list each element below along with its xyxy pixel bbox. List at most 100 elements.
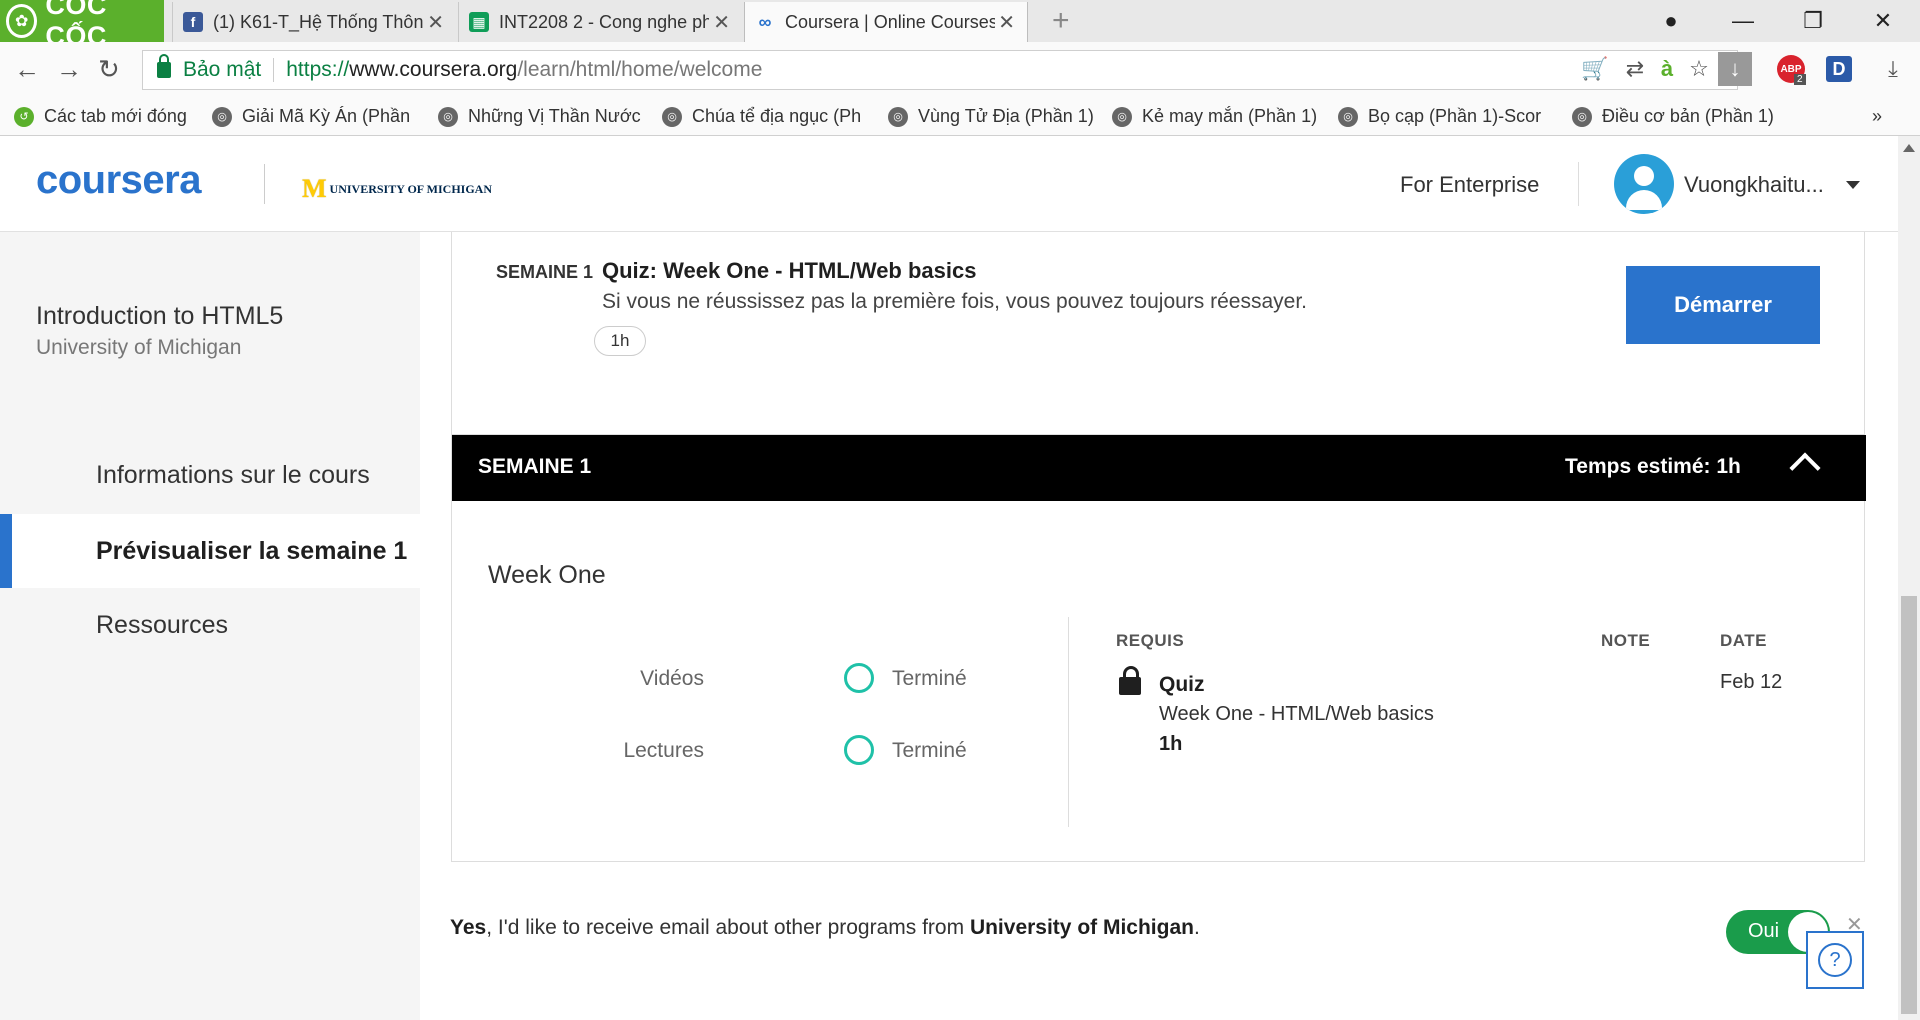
scrollbar[interactable] xyxy=(1898,136,1920,1020)
course-title: Introduction to HTML5 xyxy=(36,302,284,330)
minimize-button[interactable]: — xyxy=(1708,0,1778,42)
url-path: /learn/html/home/welcome xyxy=(517,58,763,81)
week-name: Week One xyxy=(488,561,606,589)
username[interactable]: Vuongkhaitu... xyxy=(1684,172,1824,198)
bookmark-item[interactable]: ◎ Bọ cạp (Phần 1)-Scor xyxy=(1338,106,1544,127)
accent-icon[interactable]: à xyxy=(1650,50,1684,88)
email-end: . xyxy=(1193,916,1200,939)
reload-icon[interactable]: ↻ xyxy=(98,54,120,85)
star-icon[interactable]: ☆ xyxy=(1682,50,1716,88)
bookmark-label: Vùng Tử Địa (Phần 1) xyxy=(918,106,1094,126)
help-button[interactable]: ? xyxy=(1806,931,1864,989)
film-reel-icon: ◎ xyxy=(888,106,908,127)
film-reel-icon: ◎ xyxy=(1572,106,1592,127)
adblock-icon[interactable]: ABP 2 xyxy=(1774,50,1808,88)
close-tab-icon[interactable]: ✕ xyxy=(713,10,730,35)
sidebar-item-week-preview[interactable]: Prévisualiser la semaine 1 xyxy=(0,514,420,588)
scroll-up-icon[interactable] xyxy=(1903,144,1915,152)
bookmark-item[interactable]: ◎ Vùng Tử Địa (Phần 1) xyxy=(888,106,1094,127)
quiz-subtitle: Si vous ne réussissez pas la première fo… xyxy=(602,290,1308,313)
dictionary-icon[interactable]: D xyxy=(1822,50,1856,88)
tab-sheets[interactable]: ▦ INT2208 2 - Cong nghe ph ✕ xyxy=(458,2,742,42)
bookmark-item[interactable]: ◎ Kẻ may mắn (Phần 1) xyxy=(1112,106,1318,127)
partner-logo[interactable]: M UNIVERSITY OF MICHIGAN xyxy=(302,174,492,204)
required-item-name[interactable]: Week One - HTML/Web basics xyxy=(1159,703,1434,726)
column-required: REQUIS xyxy=(1116,631,1185,650)
tab-facebook[interactable]: f (1) K61-T_Hệ Thống Thông ✕ xyxy=(172,2,456,42)
tab-title: INT2208 2 - Cong nghe ph xyxy=(499,11,709,32)
bookmark-recent-tabs[interactable]: ↺ Các tab mới đóng xyxy=(14,106,187,127)
coursera-logo[interactable]: coursera xyxy=(36,158,201,203)
email-yes: Yes xyxy=(450,916,487,939)
close-tab-icon[interactable]: ✕ xyxy=(998,10,1015,35)
required-item-type[interactable]: Quiz xyxy=(1159,673,1205,697)
downloads-icon[interactable]: ⤓ xyxy=(1876,50,1910,88)
tab-title: (1) K61-T_Hệ Thống Thông xyxy=(213,11,423,32)
page: coursera M UNIVERSITY OF MICHIGAN For En… xyxy=(0,136,1920,1020)
url-host: www.coursera.org xyxy=(349,58,518,81)
new-tab-button[interactable]: + xyxy=(1052,4,1070,38)
site-header: coursera M UNIVERSITY OF MICHIGAN For En… xyxy=(0,136,1898,232)
scrollbar-thumb[interactable] xyxy=(1901,596,1917,1014)
tab-coursera[interactable]: ∞ Coursera | Online Courses ✕ xyxy=(744,2,1028,42)
estimated-time: Temps estimé: 1h xyxy=(1565,455,1741,478)
sidebar-item-course-info[interactable]: Informations sur le cours xyxy=(0,438,420,512)
back-icon[interactable]: ← xyxy=(14,54,40,85)
bookmark-item[interactable]: ◎ Giải Mã Kỳ Án (Phần xyxy=(212,106,418,127)
film-reel-icon: ◎ xyxy=(1338,106,1358,127)
progress-readings: Lectures Terminé xyxy=(452,731,972,771)
sidebar-item-resources[interactable]: Ressources xyxy=(0,588,420,662)
bookmark-label: Giải Mã Kỳ Án (Phần xyxy=(242,106,411,126)
tab-title: Coursera | Online Courses xyxy=(785,11,995,32)
avatar[interactable] xyxy=(1614,154,1674,214)
restore-button[interactable]: ❐ xyxy=(1778,0,1848,42)
column-grade: NOTE xyxy=(1601,631,1651,650)
tab-strip: ✿ CỐC CỐC f (1) K61-T_Hệ Thống Thông ✕ ▦… xyxy=(0,0,1920,51)
progress-videos: Vidéos Terminé xyxy=(452,659,972,699)
coccoc-brand[interactable]: ✿ CỐC CỐC xyxy=(0,0,164,51)
divider xyxy=(1578,162,1579,206)
divider xyxy=(273,58,275,82)
email-consent: Yes, I'd like to receive email about oth… xyxy=(450,916,1200,940)
bookmark-item[interactable]: ◎ Những Vị Thần Nước xyxy=(438,106,644,127)
progress-status: Terminé xyxy=(892,667,967,690)
column-date: DATE xyxy=(1720,631,1768,650)
close-tab-icon[interactable]: ✕ xyxy=(427,10,444,35)
start-button[interactable]: Démarrer xyxy=(1626,266,1820,344)
chevron-up-icon[interactable] xyxy=(1789,452,1821,484)
bookmark-label: Các tab mới đóng xyxy=(44,106,187,126)
bookmark-label: Bọ cạp (Phần 1)-Scor xyxy=(1368,106,1542,126)
download-icon[interactable]: ↓ xyxy=(1718,52,1752,86)
week-header[interactable]: SEMAINE 1 Temps estimé: 1h xyxy=(452,435,1866,501)
more-bookmarks-button[interactable]: » xyxy=(1872,106,1882,127)
film-reel-icon: ◎ xyxy=(1112,106,1132,127)
coursera-icon: ∞ xyxy=(758,11,772,32)
bookmark-item[interactable]: ◎ Chúa tể địa ngục (Ph xyxy=(662,106,868,127)
required-item-date: Feb 12 xyxy=(1720,671,1783,693)
course-sidebar: Introduction to HTML5 University of Mich… xyxy=(0,232,420,1020)
film-reel-icon: ◎ xyxy=(662,106,682,127)
close-window-button[interactable]: ✕ xyxy=(1848,0,1918,42)
for-enterprise-link[interactable]: For Enterprise xyxy=(1400,172,1539,198)
address-bar[interactable]: Bảo mật https:// www.coursera.org /learn… xyxy=(142,50,1738,90)
profile-icon[interactable]: ● xyxy=(1636,0,1706,42)
progress-kind: Vidéos xyxy=(640,667,704,690)
quiz-title[interactable]: Quiz: Week One - HTML/Web basics xyxy=(602,258,976,284)
week-header-label: SEMAINE 1 xyxy=(478,455,592,478)
translate-icon[interactable]: ⇄ xyxy=(1618,50,1652,88)
bookmarks-bar: ↺ Các tab mới đóng ◎ Giải Mã Kỳ Án (Phần… xyxy=(0,98,1920,136)
partner-name: UNIVERSITY OF MICHIGAN xyxy=(329,181,493,196)
shopping-cart-icon[interactable]: 🛒 xyxy=(1578,50,1612,88)
chevron-down-icon[interactable] xyxy=(1846,181,1860,189)
bookmark-item[interactable]: ◎ Điều cơ bản (Phần 1) xyxy=(1572,106,1782,127)
email-org: University of Michigan xyxy=(969,916,1194,939)
browser-chrome: ✿ CỐC CỐC f (1) K61-T_Hệ Thống Thông ✕ ▦… xyxy=(0,0,1920,136)
adblock-count: 2 xyxy=(1794,74,1806,85)
toggle-label: Oui xyxy=(1748,920,1780,942)
course-org: University of Michigan xyxy=(36,336,242,359)
progress-status: Terminé xyxy=(892,739,967,762)
sheets-icon: ▦ xyxy=(469,12,489,32)
progress-kind: Lectures xyxy=(623,739,704,762)
forward-icon[interactable]: → xyxy=(56,54,82,85)
lock-icon xyxy=(157,54,171,78)
